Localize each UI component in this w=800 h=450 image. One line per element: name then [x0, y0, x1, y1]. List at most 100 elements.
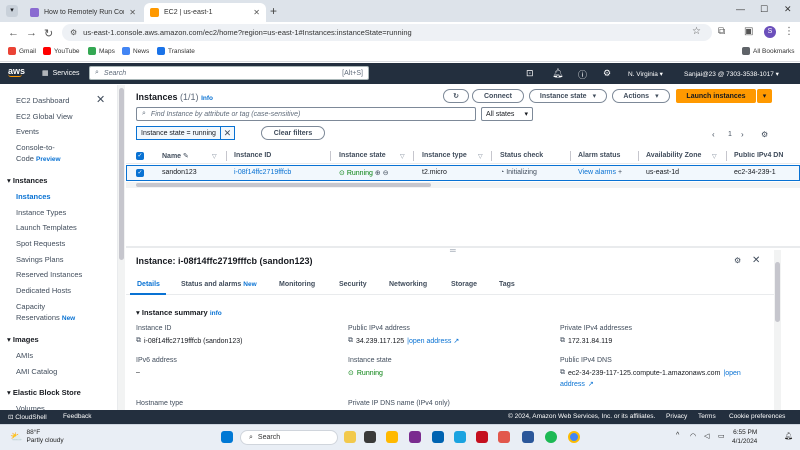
row-checkbox[interactable]: ✓ [136, 169, 144, 177]
sort-icon[interactable]: ▽ [400, 153, 405, 160]
wifi-icon[interactable]: ◠ [690, 432, 696, 440]
open-link[interactable]: |open [723, 370, 740, 377]
column-public-dns[interactable]: Public IPv4 DN [734, 152, 788, 159]
tab-details[interactable]: Details [137, 281, 160, 288]
battery-icon[interactable]: ▭ [718, 432, 725, 440]
bookmark-news[interactable]: News [122, 47, 149, 55]
region-selector[interactable]: N. Virginia ▾ [628, 70, 663, 78]
volume-icon[interactable]: ◁ [704, 432, 709, 440]
tab-monitoring[interactable]: Monitoring [279, 281, 315, 288]
column-availability-zone[interactable]: Availability Zone [646, 152, 701, 159]
page-number[interactable]: 1 [728, 131, 732, 138]
sidebar-item-amis[interactable]: AMIs [16, 351, 33, 360]
weather-widget[interactable]: ⛅ 88°F Partly cloudy [10, 429, 64, 445]
sidebar-item-spot-requests[interactable]: Spot Requests [16, 239, 65, 248]
bookmark-maps[interactable]: Maps [88, 47, 115, 55]
launch-instances-button[interactable]: Launch instances [676, 89, 756, 103]
close-tab-icon[interactable]: ✕ [129, 8, 136, 17]
menu-icon[interactable]: ⋮ [784, 26, 794, 37]
extensions-icon[interactable]: ⧉ [718, 26, 725, 37]
all-bookmarks[interactable]: All Bookmarks [742, 47, 795, 55]
sidebar-item-reserved-instances[interactable]: Reserved Instances [16, 270, 82, 279]
sidebar-item-ami-catalog[interactable]: AMI Catalog [16, 367, 57, 376]
view-alarms-link[interactable]: View alarms + [578, 169, 622, 176]
app-icon-blue[interactable] [522, 431, 534, 443]
site-info-icon[interactable]: ⚙ [70, 28, 77, 37]
app-icon-red[interactable] [476, 431, 488, 443]
back-icon[interactable]: ← [8, 27, 19, 39]
cell-instance-id-link[interactable]: i-08f14ffc2719fffcb [234, 169, 291, 176]
sidebar-item-instance-types[interactable]: Instance Types [16, 208, 66, 217]
sidebar-item-capacity-reservations[interactable]: Reservations New [16, 313, 75, 322]
clear-filters-button[interactable]: Clear filters [261, 126, 325, 140]
cloudshell-link[interactable]: ⊡ CloudShell [8, 413, 47, 421]
column-name[interactable]: Name ✎ [162, 152, 189, 160]
actions-button[interactable]: Actions ▾ [612, 89, 670, 103]
copy-icon[interactable]: ⧉ [136, 337, 141, 345]
tab-security[interactable]: Security [339, 281, 367, 288]
notifications-icon[interactable]: 🔔︎ [552, 68, 563, 79]
sidebar-item-events[interactable]: Events [16, 127, 39, 136]
store-icon[interactable] [432, 431, 444, 443]
instance-summary-heading[interactable]: ▾ Instance summary info [136, 308, 222, 317]
close-tab-icon[interactable]: ✕ [253, 8, 260, 17]
tab-networking[interactable]: Networking [389, 281, 427, 288]
all-states-select[interactable]: All states ▾ [481, 107, 533, 121]
instance-filter-input[interactable]: ⌕ Find Instance by attribute or tag (cas… [136, 107, 476, 121]
sidepanel-icon[interactable]: ▣ [744, 26, 753, 37]
task-view-icon[interactable] [364, 431, 376, 443]
feedback-link[interactable]: Feedback [63, 413, 92, 420]
detail-settings-icon[interactable]: ⚙ [734, 256, 741, 265]
tab-list-icon[interactable]: ▾ [6, 5, 18, 17]
info-link[interactable]: info [210, 310, 222, 317]
privacy-link[interactable]: Privacy [666, 413, 687, 420]
close-window-icon[interactable]: ✕ [784, 4, 792, 15]
column-status-check[interactable]: Status check [500, 152, 543, 159]
forward-icon[interactable]: → [26, 27, 37, 39]
select-all-checkbox[interactable]: ✓ [136, 152, 144, 160]
bookmark-gmail[interactable]: Gmail [8, 47, 36, 55]
sidebar-section-instances[interactable]: ▾ Instances [7, 176, 47, 185]
info-link[interactable]: Info [201, 95, 213, 102]
tab-storage[interactable]: Storage [451, 281, 477, 288]
settings-gear-icon[interactable]: ⚙ [603, 68, 611, 79]
browser-tab-howto[interactable]: How to Remotely Run Comma ✕ [24, 3, 142, 22]
system-clock[interactable]: 6:55 PM 4/1/2024 [732, 428, 757, 446]
copy-icon[interactable]: ⧉ [348, 337, 353, 345]
notification-bell-icon[interactable]: 🔔︎ [784, 432, 793, 440]
sidebar-section-ebs[interactable]: ▾ Elastic Block Store [7, 388, 81, 397]
drag-handle-icon[interactable]: ═ [450, 246, 456, 255]
copy-icon[interactable]: ⧉ [560, 369, 565, 377]
tab-status-alarms[interactable]: Status and alarms New [181, 281, 257, 288]
app-icon-orange[interactable] [498, 431, 510, 443]
column-instance-state[interactable]: Instance state [339, 152, 386, 159]
column-alarm-status[interactable]: Alarm status [578, 152, 620, 159]
aws-logo[interactable]: aws [8, 66, 25, 77]
sidebar-item-dedicated-hosts[interactable]: Dedicated Hosts [16, 286, 71, 295]
file-explorer-icon[interactable] [386, 431, 398, 443]
sidebar-item-instances[interactable]: Instances [16, 192, 51, 201]
refresh-button[interactable]: ↻ [443, 89, 469, 103]
tab-tags[interactable]: Tags [499, 281, 515, 288]
browser-tab-ec2[interactable]: EC2 | us-east-1 ✕ [144, 3, 266, 22]
sidebar-item-console-to-code-2[interactable]: Code Preview [16, 154, 61, 163]
zoom-in-icon[interactable]: ⊕ [375, 170, 381, 177]
table-scroll-thumb[interactable] [136, 183, 431, 187]
maximize-icon[interactable]: ☐ [760, 4, 768, 15]
terms-link[interactable]: Terms [698, 413, 716, 420]
help-icon[interactable]: ⓘ [578, 68, 587, 81]
minimize-icon[interactable]: — [736, 4, 745, 14]
aws-search-input[interactable]: ⌕ Search [Alt+S] [89, 66, 369, 80]
next-page-icon[interactable]: › [741, 130, 744, 139]
sidebar-item-global-view[interactable]: EC2 Global View [16, 112, 73, 121]
copilot-icon[interactable] [344, 431, 356, 443]
bookmark-youtube[interactable]: YouTube [43, 47, 80, 55]
open-address-link[interactable]: |open address ↗ [407, 337, 459, 345]
column-instance-type[interactable]: Instance type [422, 152, 467, 159]
profile-avatar[interactable]: S [764, 26, 776, 38]
bookmark-translate[interactable]: Translate [157, 47, 195, 55]
chrome-icon[interactable] [568, 431, 580, 443]
taskbar-search[interactable]: ⌕ Search [240, 430, 338, 445]
copy-icon[interactable]: ⧉ [560, 337, 565, 345]
sidebar-item-console-to-code[interactable]: Console-to- [16, 143, 55, 152]
